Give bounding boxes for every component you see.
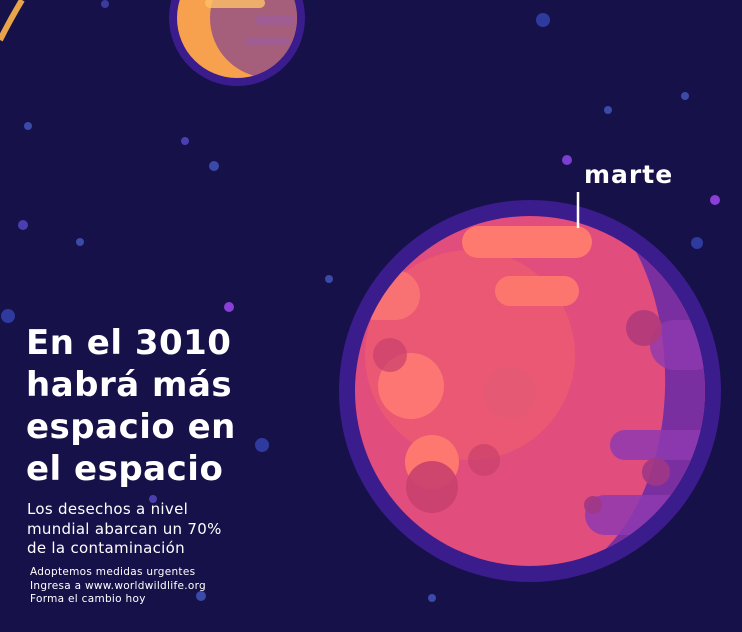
star (76, 238, 84, 246)
poster-scene: marte En el 3010 habrá más espacio en el… (0, 0, 742, 632)
footer-line: Adoptemos medidas urgentes (30, 566, 196, 578)
star (710, 195, 720, 205)
star (681, 92, 689, 100)
subtext: Los desechos a nivel mundial abarcan un … (27, 500, 222, 559)
footer-line: Ingresa a www.worldwildlife.org (30, 579, 206, 592)
subtext-line: de la contaminación (27, 539, 185, 557)
headline: En el 3010 habrá más espacio en el espac… (26, 322, 236, 490)
star (691, 237, 703, 249)
star (101, 0, 109, 8)
star (18, 220, 28, 230)
star (562, 155, 572, 165)
subtext-line: Los desechos a nivel (27, 500, 189, 518)
star (536, 13, 550, 27)
star (24, 122, 32, 130)
footer-note: Adoptemos medidas urgentes Ingresa a www… (30, 566, 206, 607)
headline-line: habrá más (26, 365, 233, 405)
star (428, 594, 436, 602)
star (181, 137, 189, 145)
subtext-line: mundial abarcan un 70% (27, 519, 222, 538)
footer-line: Forma el cambio hoy (30, 593, 146, 605)
mars-planet (339, 200, 721, 582)
star (604, 106, 612, 114)
star (325, 275, 333, 283)
headline-line: En el 3010 (26, 323, 232, 363)
star (224, 302, 234, 312)
star (255, 438, 269, 452)
planet-name-label: marte (584, 160, 674, 189)
planet-edge-arc (0, 0, 25, 42)
star (1, 309, 15, 323)
star (209, 161, 219, 171)
small-planet (169, 0, 305, 86)
headline-line: el espacio (26, 449, 224, 489)
headline-line: espacio en (26, 407, 236, 447)
